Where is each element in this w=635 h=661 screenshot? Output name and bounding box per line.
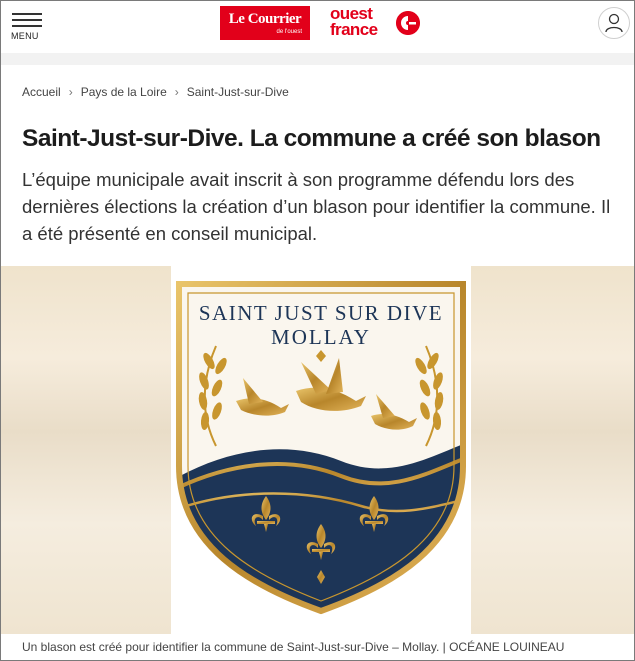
article-lead: L’équipe municipale avait inscrit à son …	[22, 169, 611, 244]
image-caption: Un blason est créé pour identifier la co…	[22, 640, 565, 654]
crest-title-line2: MOLLAY	[271, 325, 371, 349]
breadcrumb-item-accueil[interactable]: Accueil	[22, 85, 61, 99]
account-button[interactable]	[598, 7, 630, 39]
crest-image: SAINT JUST SUR DIVE MOLLAY	[171, 266, 471, 634]
crest-title-line1: SAINT JUST SUR DIVE	[199, 301, 443, 325]
ouest-france-disc-icon	[396, 11, 420, 35]
menu-button[interactable]: MENU	[11, 11, 45, 43]
ouest-france-logo-text: ouest france	[330, 5, 378, 39]
hamburger-icon-bar	[12, 19, 42, 21]
breadcrumb-item-saint-just-sur-dive[interactable]: Saint-Just-sur-Dive	[187, 85, 289, 99]
hamburger-icon	[12, 13, 42, 15]
le-courrier-logo-main: Le Courrier	[228, 11, 302, 27]
ouest-france-logo-line2: france	[330, 20, 378, 39]
image-blur-right	[471, 266, 634, 634]
breadcrumb: Accueil › Pays de la Loire › Saint-Just-sur-…	[22, 85, 289, 99]
article-hero-image[interactable]: SAINT JUST SUR DIVE MOLLAY	[1, 266, 634, 634]
crest-illustration: SAINT JUST SUR DIVE MOLLAY	[176, 281, 466, 615]
image-blur-left	[1, 266, 171, 634]
hamburger-icon-bar	[12, 25, 42, 27]
header-divider	[1, 53, 634, 65]
le-courrier-logo[interactable]: Le Courrier de l'ouest	[220, 6, 310, 40]
breadcrumb-item-pays-de-la-loire[interactable]: Pays de la Loire	[81, 85, 167, 99]
ouest-france-logo[interactable]: ouest france	[330, 5, 422, 41]
le-courrier-logo-sub: de l'ouest	[276, 29, 303, 35]
chevron-right-icon: ›	[68, 85, 73, 99]
menu-label: MENU	[11, 31, 39, 41]
site-header: MENU Le Courrier de l'ouest ouest france	[1, 1, 634, 53]
article-title: Saint-Just-sur-Dive. La commune a créé s…	[22, 125, 601, 152]
user-icon	[605, 13, 623, 33]
chevron-right-icon: ›	[174, 85, 179, 99]
